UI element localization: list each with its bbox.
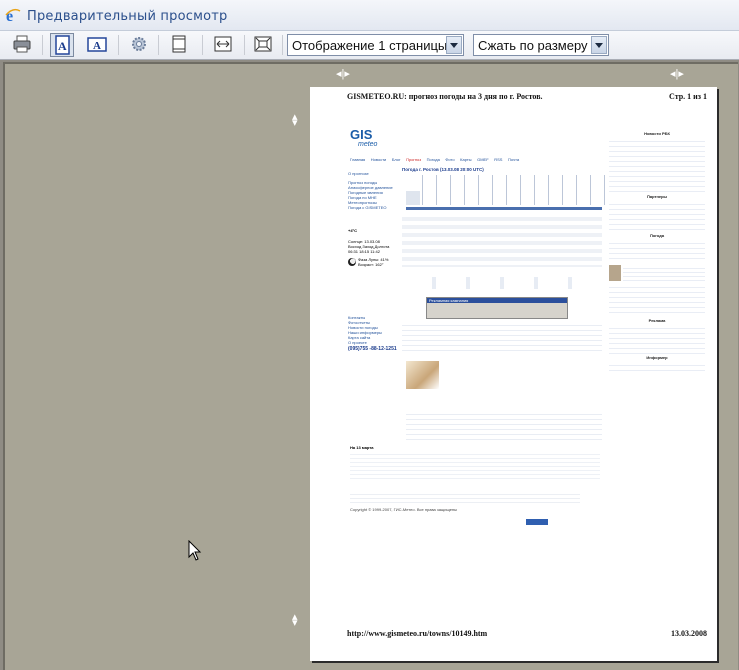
page-content: GIS meteo Главная Новости Блог Прогноз П… bbox=[346, 127, 705, 582]
view-select-value: Отображение 1 страницы bbox=[292, 38, 448, 53]
bottom-margin-handle[interactable]: ▴ ▾ bbox=[292, 612, 298, 629]
zoom-select[interactable]: Сжать по размеру bbox=[473, 34, 609, 56]
nav-link[interactable]: Фото bbox=[445, 157, 454, 162]
links-row bbox=[402, 277, 602, 289]
copyright: Copyright © 1999-2007, ГИС-Метео. Все пр… bbox=[350, 507, 458, 512]
site-nav: Главная Новости Блог Прогноз Погода Фото… bbox=[350, 157, 519, 162]
landscape-icon: A bbox=[87, 37, 107, 52]
top-margin-handle[interactable]: ▴ ▾ bbox=[292, 112, 298, 129]
full-width-icon bbox=[214, 36, 232, 52]
sidebar-link[interactable]: О прогнозе bbox=[348, 171, 398, 176]
current-temp: +4°C bbox=[348, 228, 358, 233]
portrait-button[interactable]: A bbox=[50, 33, 74, 57]
mouse-cursor-icon bbox=[188, 540, 202, 561]
svg-text:A: A bbox=[58, 39, 67, 53]
right-col-heading: Новости РБК bbox=[644, 131, 670, 136]
partners-list bbox=[609, 200, 705, 232]
zoom-select-value: Сжать по размеру bbox=[478, 38, 588, 53]
full-page-button[interactable] bbox=[252, 33, 276, 57]
article-block bbox=[350, 451, 600, 481]
forecast-table bbox=[402, 213, 602, 267]
right-col-heading: Реклама bbox=[648, 318, 666, 323]
full-page-icon bbox=[254, 36, 272, 52]
header-footer-button[interactable] bbox=[168, 33, 192, 57]
sidebar-link[interactable]: О проекте bbox=[348, 340, 398, 345]
weather-links bbox=[609, 239, 705, 261]
logo-sub: meteo bbox=[358, 141, 378, 148]
gismeteo-logo: GIS meteo bbox=[346, 127, 386, 155]
page-footer-left: http://www.gismeteo.ru/towns/10149.htm bbox=[347, 629, 488, 638]
moon-icon bbox=[348, 258, 356, 266]
nav-link[interactable]: Блог bbox=[392, 157, 401, 162]
page-header-left: GISMETEO.RU: прогноз погоды на 3 дня по … bbox=[347, 92, 543, 101]
nav-link[interactable]: Карты bbox=[460, 157, 471, 162]
print-icon bbox=[13, 35, 31, 53]
ie-icon: e bbox=[5, 8, 21, 23]
news-list bbox=[402, 321, 602, 351]
right-col-heading: Партнеры bbox=[647, 194, 667, 199]
sun-info: 06:31 18:15 11:42 bbox=[348, 249, 380, 254]
informer-list bbox=[609, 361, 705, 371]
page-setup-gear-icon bbox=[132, 37, 146, 51]
footer-text bbox=[350, 491, 580, 505]
full-width-button[interactable] bbox=[212, 33, 236, 57]
nav-link[interactable]: Погода bbox=[427, 157, 440, 162]
moon-info: Фаза Луны: 41% Возраст: 162° bbox=[358, 257, 389, 267]
view-select[interactable]: Отображение 1 страницы bbox=[287, 34, 464, 56]
chevron-down-icon[interactable] bbox=[446, 36, 462, 54]
nav-link[interactable]: RSS bbox=[494, 157, 502, 162]
portrait-icon: A bbox=[55, 35, 70, 55]
logo-text: GIS bbox=[350, 127, 373, 142]
page-setup-button[interactable] bbox=[128, 33, 152, 57]
page-footer-right: 13.03.2008 bbox=[671, 629, 707, 638]
phone: (095)755 -88-12-1251 bbox=[348, 346, 397, 352]
page-header-right: Стр. 1 из 1 bbox=[669, 92, 707, 101]
right-margin-handle[interactable]: ◂|▸ bbox=[670, 69, 684, 80]
window-title: Предварительный просмотр bbox=[27, 9, 228, 24]
counter-badge bbox=[526, 519, 548, 525]
photo-links bbox=[609, 283, 705, 317]
right-column: Новости РБК Партнеры Погода Реклама Инфо… bbox=[609, 130, 705, 371]
bottom-note: На 13 марта bbox=[350, 445, 374, 450]
ad-banner[interactable]: Рекламная кампания bbox=[426, 297, 568, 319]
map-thumb[interactable] bbox=[406, 361, 439, 389]
nav-link[interactable]: Главная bbox=[350, 157, 365, 162]
left-sidebar: О прогнозе Прогноз погоды Атмосферное да… bbox=[348, 171, 398, 352]
landscape-button[interactable]: A bbox=[86, 33, 110, 57]
title-bar: e Предварительный просмотр bbox=[0, 0, 739, 31]
ad-label: Рекламная кампания bbox=[427, 298, 567, 303]
nav-link[interactable]: Прогноз bbox=[406, 157, 421, 162]
toolbar: A A Отображение 1 страницы Сжать по разм… bbox=[0, 31, 739, 60]
nav-link[interactable]: GMEF bbox=[477, 157, 489, 162]
preview-page: GISMETEO.RU: прогноз погоды на 3 дня по … bbox=[310, 87, 717, 661]
right-col-heading: Информер bbox=[646, 355, 668, 360]
forecast-block: Погода г. Ростов (13.03.08 20:00 UTC) bbox=[402, 167, 618, 267]
nav-link[interactable]: Почта bbox=[508, 157, 519, 162]
sidebar-link[interactable]: Погода с GISMETEO bbox=[348, 205, 398, 210]
nav-link[interactable]: Новости bbox=[371, 157, 386, 162]
adv-list bbox=[609, 324, 705, 354]
links-block bbox=[406, 410, 602, 440]
photo-thumb[interactable] bbox=[609, 265, 621, 281]
rbc-news-list bbox=[609, 137, 705, 193]
print-button[interactable] bbox=[11, 33, 35, 57]
header-footer-icon bbox=[172, 35, 186, 53]
chevron-down-icon[interactable] bbox=[591, 36, 607, 54]
svg-text:A: A bbox=[93, 40, 101, 52]
city-heading: Погода г. Ростов (13.03.08 20:00 UTC) bbox=[402, 167, 484, 172]
right-col-heading: Погода bbox=[649, 233, 665, 238]
left-margin-handle[interactable]: ◂|▸ bbox=[336, 69, 350, 80]
